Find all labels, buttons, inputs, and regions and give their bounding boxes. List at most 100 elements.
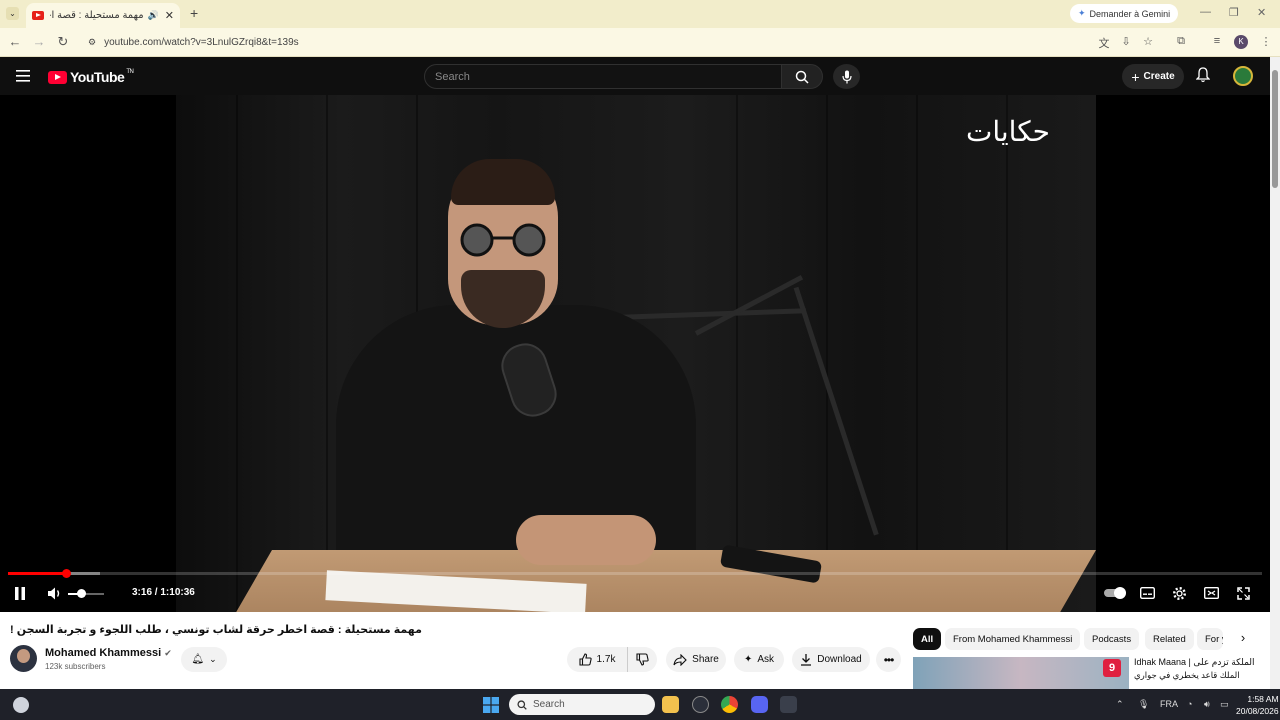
profile-avatar[interactable]: K xyxy=(1234,35,1248,49)
notifications-bell-icon[interactable] xyxy=(1195,67,1211,88)
tab-audio-icon[interactable]: 🔊 xyxy=(148,10,159,21)
account-avatar[interactable] xyxy=(1233,66,1253,86)
mute-button[interactable] xyxy=(46,585,64,601)
create-button[interactable]: + Create xyxy=(1122,64,1184,89)
settings-app-icon[interactable] xyxy=(692,696,709,713)
wifi-icon[interactable]: ◔ xyxy=(1187,699,1192,709)
app-icon[interactable] xyxy=(780,696,797,713)
chip-from-channel[interactable]: From Mohamed Khammessi xyxy=(945,628,1081,650)
extensions-icon[interactable]: ⧉ xyxy=(1174,35,1188,48)
gemini-button[interactable]: ✦ Demander à Gemini xyxy=(1070,4,1179,23)
share-button[interactable]: Share xyxy=(666,647,726,672)
sparkle-icon: ✦ xyxy=(743,654,753,665)
pause-button[interactable] xyxy=(12,585,28,601)
volume-icon xyxy=(47,587,59,599)
scrollbar-thumb[interactable] xyxy=(1272,70,1278,188)
dislike-button[interactable] xyxy=(627,647,657,672)
battery-icon[interactable]: ▭ xyxy=(1220,699,1229,710)
more-horizontal-icon: ••• xyxy=(883,652,895,667)
thumbs-up-icon xyxy=(578,653,592,666)
speaker-hands xyxy=(516,515,656,565)
channel-name-text: Mohamed Khammessi xyxy=(45,647,162,659)
browser-toolbar: ← → ↻ ⚙ youtube.com/watch?v=3LnulGZrqi8&… xyxy=(0,28,1280,57)
reload-icon[interactable]: ↻ xyxy=(55,34,71,50)
speaker-glasses xyxy=(460,223,546,257)
system-clock[interactable]: 1:58 AM 20/08/2026 xyxy=(1236,693,1279,717)
verified-badge-icon: ✔ xyxy=(164,648,172,658)
translate-icon[interactable]: 文 xyxy=(1097,35,1111,51)
discord-icon[interactable] xyxy=(751,696,768,713)
browser-tab-strip: ⌄ مهمة مستحيلة : قصة اخطر 🔊 ✕ + ✦ Demand… xyxy=(0,0,1280,28)
chevron-down-icon: ⌄ xyxy=(209,654,217,664)
tray-overflow-icon[interactable]: ⌃ xyxy=(1116,699,1124,710)
widgets-icon[interactable] xyxy=(13,697,29,713)
speaker-hair xyxy=(451,159,555,205)
fullscreen-button[interactable] xyxy=(1235,585,1251,601)
chips-next-chevron-icon[interactable]: › xyxy=(1234,630,1252,648)
hamburger-menu-icon[interactable] xyxy=(16,69,30,87)
close-window-icon[interactable]: ✕ xyxy=(1257,6,1266,19)
video-player[interactable]: حكايات 3:16 / 1:10:36 xyxy=(0,95,1270,612)
search-icon xyxy=(795,70,809,84)
chrome-icon[interactable] xyxy=(721,696,738,713)
chip-all[interactable]: All xyxy=(913,628,942,650)
windows-start-icon[interactable] xyxy=(483,697,499,718)
chip-related[interactable]: Related xyxy=(1145,628,1194,650)
tab-search-chevron-icon[interactable]: ⌄ xyxy=(6,7,19,20)
download-button[interactable]: Download xyxy=(792,647,870,672)
install-app-icon[interactable]: ⇩ xyxy=(1119,35,1133,48)
forward-icon[interactable]: → xyxy=(31,34,47,49)
youtube-logo[interactable]: YouTube TN xyxy=(48,69,134,85)
search-input[interactable]: Search xyxy=(424,64,782,89)
subscriber-count: 123k subscribers xyxy=(45,662,106,671)
voice-search-button[interactable] xyxy=(833,64,860,89)
speaker-icon[interactable]: 🔊︎ xyxy=(1204,699,1210,710)
restore-icon[interactable]: ❐ xyxy=(1229,6,1239,19)
like-button[interactable]: 1.7k xyxy=(567,647,627,672)
reading-list-icon[interactable]: ≡ xyxy=(1210,35,1224,47)
subscription-notification-button[interactable]: 🔔︎ ⌄ xyxy=(181,647,227,672)
youtube-favicon-icon xyxy=(32,11,44,20)
volume-knob[interactable] xyxy=(77,589,86,598)
tray-mic-icon[interactable]: 🎙︎ xyxy=(1138,699,1149,710)
channel-name[interactable]: Mohamed Khammessi ✔ xyxy=(45,647,172,659)
chip-for-you[interactable]: For y xyxy=(1197,628,1223,650)
browser-menu-icon[interactable]: ⋮ xyxy=(1259,35,1273,48)
taskbar-search[interactable]: Search xyxy=(509,694,655,715)
minimize-icon[interactable]: — xyxy=(1200,6,1211,18)
address-bar[interactable]: ⚙ youtube.com/watch?v=3LnulGZrqi8&t=139s xyxy=(80,31,1090,53)
chip-podcasts[interactable]: Podcasts xyxy=(1084,628,1140,650)
tab-close-icon[interactable]: ✕ xyxy=(165,9,174,22)
recommended-thumbnail[interactable] xyxy=(913,657,1129,689)
total-time: 1:10:36 xyxy=(160,587,195,598)
recommended-title[interactable]: Idhak Maana | الملكة تزدم على xyxy=(1134,657,1255,668)
current-time: 3:16 xyxy=(132,587,153,598)
plus-icon: + xyxy=(1131,68,1140,85)
theater-mode-button[interactable] xyxy=(1203,585,1219,601)
search-placeholder: Search xyxy=(435,70,470,83)
video-frame[interactable]: حكايات xyxy=(176,95,1096,612)
pause-icon xyxy=(15,586,25,600)
autoplay-toggle[interactable] xyxy=(1104,585,1126,601)
file-explorer-icon[interactable] xyxy=(662,696,679,713)
download-label: Download xyxy=(817,654,862,665)
progress-bar[interactable] xyxy=(8,572,1262,575)
search-button[interactable] xyxy=(781,64,823,89)
new-tab-button[interactable]: + xyxy=(190,5,198,21)
bookmark-star-icon[interactable]: ☆ xyxy=(1141,35,1155,48)
back-icon[interactable]: ← xyxy=(7,34,23,49)
browser-tab-active[interactable]: مهمة مستحيلة : قصة اخطر 🔊 ✕ xyxy=(26,3,180,28)
channel-watermark: حكايات xyxy=(966,115,1050,148)
tab-title: مهمة مستحيلة : قصة اخطر xyxy=(50,10,144,21)
settings-button[interactable] xyxy=(1171,585,1187,601)
thumbnail-badge: 9 xyxy=(1103,659,1121,677)
gemini-label: Demander à Gemini xyxy=(1089,8,1171,19)
channel-avatar[interactable] xyxy=(10,645,37,672)
more-actions-button[interactable]: ••• xyxy=(876,647,901,672)
theater-mode-icon xyxy=(1203,587,1219,599)
ask-button[interactable]: ✦ Ask xyxy=(734,647,784,672)
site-info-icon[interactable]: ⚙ xyxy=(88,37,96,48)
keyboard-language[interactable]: FRA xyxy=(1160,699,1178,709)
subtitles-button[interactable] xyxy=(1139,585,1155,601)
progress-scrubber[interactable] xyxy=(62,569,71,578)
